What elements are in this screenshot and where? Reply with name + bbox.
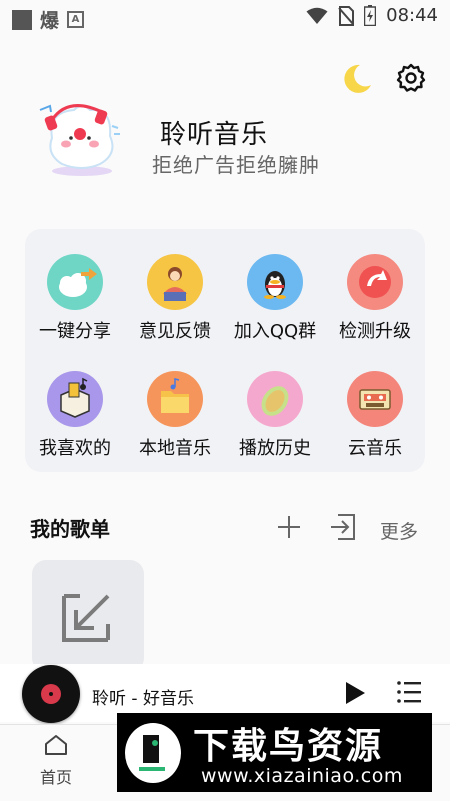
grid-item-history[interactable]: 播放历史 bbox=[225, 371, 325, 460]
section-title-my-playlists: 我的歌单 bbox=[30, 517, 110, 541]
watermark-logo bbox=[125, 723, 181, 783]
grid-item-favorites[interactable]: 我喜欢的 bbox=[25, 371, 125, 460]
album-disc[interactable] bbox=[22, 665, 80, 723]
grid-item-label: 云音乐 bbox=[348, 438, 402, 459]
notification-a-icon: A bbox=[67, 11, 85, 28]
grid-item-label: 本地音乐 bbox=[139, 438, 211, 459]
grid-item-qq-group[interactable]: 加入QQ群 bbox=[225, 254, 325, 343]
moon-icon[interactable] bbox=[340, 62, 374, 96]
app-slogan: 拒绝广告拒绝臃肿 bbox=[152, 153, 320, 177]
battery-icon bbox=[364, 5, 377, 26]
import-arrow-icon bbox=[62, 594, 110, 642]
grid-item-cloud-music[interactable]: 云音乐 bbox=[325, 371, 425, 460]
no-sim-icon bbox=[338, 5, 355, 26]
cloud-music-icon bbox=[347, 371, 403, 427]
grid-item-label: 我喜欢的 bbox=[39, 438, 111, 459]
app-name: 聆听音乐 bbox=[160, 120, 269, 150]
import-icon[interactable] bbox=[330, 513, 356, 541]
share-icon bbox=[47, 254, 103, 310]
watermark-url: www.xiazainiao.com bbox=[201, 765, 403, 787]
grid-item-label: 播放历史 bbox=[239, 438, 311, 459]
notification-glyph: 爆 bbox=[40, 10, 60, 32]
grid-item-label: 意见反馈 bbox=[139, 321, 211, 342]
grid-item-share[interactable]: 一键分享 bbox=[25, 254, 125, 343]
now-playing-title[interactable]: 聆听 - 好音乐 bbox=[92, 684, 194, 709]
upgrade-icon bbox=[347, 254, 403, 310]
grid-item-label: 加入QQ群 bbox=[233, 321, 317, 342]
qq-icon bbox=[247, 254, 303, 310]
import-playlist-card[interactable] bbox=[32, 560, 144, 672]
plus-icon[interactable] bbox=[276, 514, 302, 540]
grid-item-upgrade[interactable]: 检测升级 bbox=[325, 254, 425, 343]
grid-item-label: 一键分享 bbox=[39, 321, 111, 342]
tab-home[interactable]: 首页 bbox=[34, 734, 78, 788]
play-icon[interactable] bbox=[343, 681, 367, 705]
home-icon bbox=[45, 735, 67, 755]
clock: 08:44 bbox=[386, 5, 438, 26]
grid-item-feedback[interactable]: 意见反馈 bbox=[125, 254, 225, 343]
gear-icon[interactable] bbox=[396, 63, 426, 93]
watermark-text: 下载鸟资源 bbox=[193, 726, 384, 767]
more-button[interactable]: 更多 bbox=[380, 517, 418, 544]
feature-grid: 一键分享 意见反馈 加入QQ群 检测升级 我喜欢的 本地音乐 播放历史 云音乐 bbox=[25, 229, 425, 472]
history-icon bbox=[247, 371, 303, 427]
grid-item-local-music[interactable]: 本地音乐 bbox=[125, 371, 225, 460]
local-music-icon bbox=[147, 371, 203, 427]
grid-item-label: 检测升级 bbox=[339, 321, 411, 342]
status-bar: 爆 A 08:44 bbox=[0, 0, 450, 32]
playlist-icon[interactable] bbox=[396, 679, 422, 705]
favorite-icon bbox=[47, 371, 103, 427]
wifi-icon bbox=[306, 7, 328, 24]
watermark-banner: 下载鸟资源 www.xiazainiao.com bbox=[117, 713, 432, 792]
mascot-logo bbox=[39, 104, 120, 176]
feedback-icon bbox=[147, 254, 203, 310]
tab-home-label: 首页 bbox=[39, 768, 72, 787]
notification-square-icon bbox=[12, 9, 32, 30]
